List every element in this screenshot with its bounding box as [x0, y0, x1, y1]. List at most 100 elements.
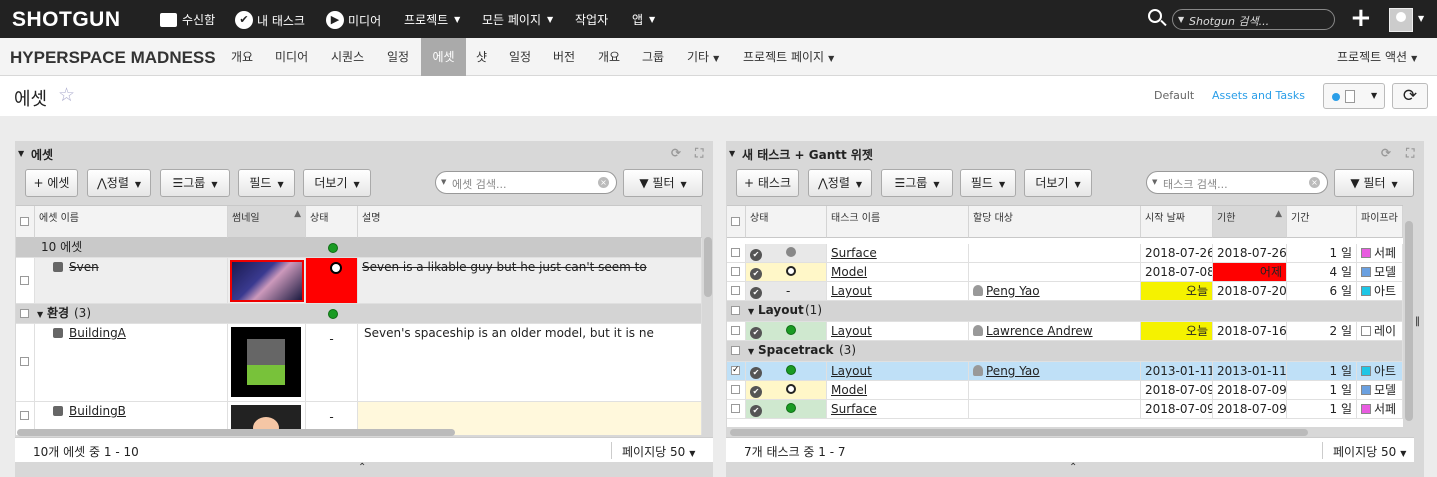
status-value[interactable]: -	[306, 324, 358, 402]
task-status[interactable]: ✔	[746, 244, 827, 263]
task-status[interactable]: ✔	[746, 322, 827, 341]
group-row-layout[interactable]: ▼ Layout (1)	[727, 301, 1403, 322]
projects-menu[interactable]: 프로젝트 ▼	[404, 11, 460, 28]
asset-name-link[interactable]: BuildingB	[69, 404, 126, 418]
per-page-select[interactable]: 페이지당 50 ▼	[622, 443, 695, 460]
column-asset-name[interactable]: 에셋 이름	[35, 206, 228, 238]
thumbnail-image[interactable]	[230, 260, 304, 302]
start-date[interactable]: 오늘	[1141, 282, 1213, 301]
asset-description[interactable]: Seven is a likable guy but he just can't…	[362, 260, 647, 274]
row-checkbox[interactable]	[731, 404, 740, 413]
select-all-checkbox[interactable]	[731, 217, 740, 226]
fields-button[interactable]: 필드 ▼	[238, 169, 295, 197]
horizontal-scrollbar[interactable]	[730, 429, 1308, 436]
sort-button[interactable]: ⋀정렬 ▼	[808, 169, 872, 197]
column-pipeline[interactable]: 파이프라	[1357, 206, 1403, 238]
row-checkbox[interactable]	[731, 385, 740, 394]
tab-assets[interactable]: 에셋	[421, 38, 466, 76]
group-row-assets[interactable]: 10 에셋	[16, 238, 702, 258]
duration[interactable]: 1 일	[1287, 244, 1357, 263]
column-duration[interactable]: 기간	[1287, 206, 1357, 238]
group-checkbox[interactable]	[20, 309, 29, 318]
resize-handle-icon[interactable]: ‖	[1415, 316, 1420, 327]
more-button[interactable]: 더보기 ▼	[303, 169, 371, 197]
tab-shots[interactable]: 샷	[476, 38, 492, 76]
project-actions-menu[interactable]: 프로젝트 액션 ▼	[1337, 38, 1417, 76]
due-date[interactable]: 2018-07-09	[1213, 381, 1287, 400]
tab-groups[interactable]: 그룹	[642, 38, 670, 76]
tab-versions[interactable]: 버전	[553, 38, 581, 76]
select-all-header[interactable]	[16, 206, 35, 238]
select-all-header[interactable]	[727, 206, 746, 238]
collapse-icon[interactable]: ▼	[18, 149, 24, 158]
duration[interactable]: 2 일	[1287, 322, 1357, 341]
add-task-button[interactable]: + 태스크	[736, 169, 799, 197]
column-description[interactable]: 설명	[358, 206, 702, 238]
column-thumbnail[interactable]: 썸네일 ▲	[228, 206, 306, 238]
row-checkbox[interactable]	[20, 411, 29, 420]
duration[interactable]: 4 일	[1287, 263, 1357, 282]
tab-other[interactable]: 기타 ▼	[687, 38, 719, 76]
column-task-name[interactable]: 태스크 이름	[827, 206, 969, 238]
media-link[interactable]: ▶ 미디어	[326, 11, 381, 29]
due-date[interactable]: 2018-07-16	[1213, 322, 1287, 341]
due-date[interactable]: 2018-07-26	[1213, 244, 1287, 263]
due-date[interactable]: 2018-07-09	[1213, 400, 1287, 419]
group-checkbox[interactable]	[731, 346, 740, 355]
row-checkbox[interactable]	[731, 286, 740, 295]
duration[interactable]: 1 일	[1287, 400, 1357, 419]
assignee-link[interactable]: Peng Yao	[986, 284, 1040, 298]
start-date[interactable]: 2013-01-11	[1141, 362, 1213, 381]
duration[interactable]: 6 일	[1287, 282, 1357, 301]
expand-up-icon[interactable]: ⌃	[358, 462, 366, 473]
project-name[interactable]: HYPERSPACE MADNESS	[10, 48, 216, 68]
task-status[interactable]: ✔	[746, 381, 827, 400]
asset-description[interactable]: Seven's spaceship is an older model, but…	[364, 326, 654, 340]
tab-project-pages[interactable]: 프로젝트 페이지 ▼	[743, 38, 834, 76]
column-assignee[interactable]: 할당 대상	[969, 206, 1141, 238]
filter-button[interactable]: ▼ 필터 ▼	[1334, 169, 1414, 197]
tab-overview-2[interactable]: 개요	[598, 38, 626, 76]
due-date[interactable]: 2013-01-11	[1213, 362, 1287, 381]
task-name-link[interactable]: Layout	[831, 284, 872, 298]
avatar[interactable]	[1389, 8, 1413, 32]
maximize-icon[interactable]: ⛶	[1406, 146, 1414, 161]
more-button[interactable]: 더보기 ▼	[1024, 169, 1092, 197]
duration[interactable]: 1 일	[1287, 362, 1357, 381]
due-date[interactable]: 2018-07-20	[1213, 282, 1287, 301]
task-name-link[interactable]: Layout	[831, 364, 872, 378]
task-name-link[interactable]: Model	[831, 265, 867, 279]
row-checkbox[interactable]	[731, 363, 740, 378]
start-date[interactable]: 2018-07-09	[1141, 400, 1213, 419]
filter-button[interactable]: ▼ 필터 ▼	[623, 169, 703, 197]
task-name-link[interactable]: Surface	[831, 246, 877, 260]
task-status[interactable]: ✔	[746, 362, 827, 381]
apps-menu[interactable]: 앱 ▼	[632, 11, 655, 28]
start-date[interactable]: 2018-07-09	[1141, 381, 1213, 400]
add-icon[interactable]: +	[1350, 3, 1372, 33]
global-search-input[interactable]: ▼ Shotgun 검색...	[1172, 9, 1335, 30]
vertical-scrollbar[interactable]	[1405, 221, 1413, 421]
task-name-link[interactable]: Surface	[831, 402, 877, 416]
task-status[interactable]: ✔	[746, 400, 827, 419]
clear-icon[interactable]: ×	[598, 177, 609, 188]
all-pages-menu[interactable]: 모든 페이지 ▼	[482, 11, 553, 28]
refresh-icon[interactable]: ⟳	[671, 146, 681, 160]
asset-search-input[interactable]: ▼ 에셋 검색... ×	[435, 171, 617, 194]
chevron-down-icon[interactable]: ▼	[1418, 14, 1424, 23]
expand-up-icon[interactable]: ⌃	[1069, 462, 1077, 473]
inbox-link[interactable]: 수신함	[160, 11, 215, 28]
asset-name-link[interactable]: Sven	[69, 260, 99, 274]
column-status[interactable]: 상태	[306, 206, 358, 238]
pipeline-step[interactable]: 모델	[1357, 381, 1403, 400]
view-default-link[interactable]: Default	[1154, 89, 1194, 102]
pipeline-step[interactable]: 서페	[1357, 244, 1403, 263]
group-checkbox[interactable]	[731, 306, 740, 315]
workers-link[interactable]: 작업자	[575, 11, 608, 28]
search-icon[interactable]	[1148, 9, 1162, 23]
column-start-date[interactable]: 시작 날짜	[1141, 206, 1213, 238]
shotgun-logo[interactable]: SHOTGUN	[12, 8, 121, 32]
add-asset-button[interactable]: + 에셋	[25, 169, 78, 197]
select-all-checkbox[interactable]	[20, 217, 29, 226]
row-checkbox[interactable]	[20, 357, 29, 366]
